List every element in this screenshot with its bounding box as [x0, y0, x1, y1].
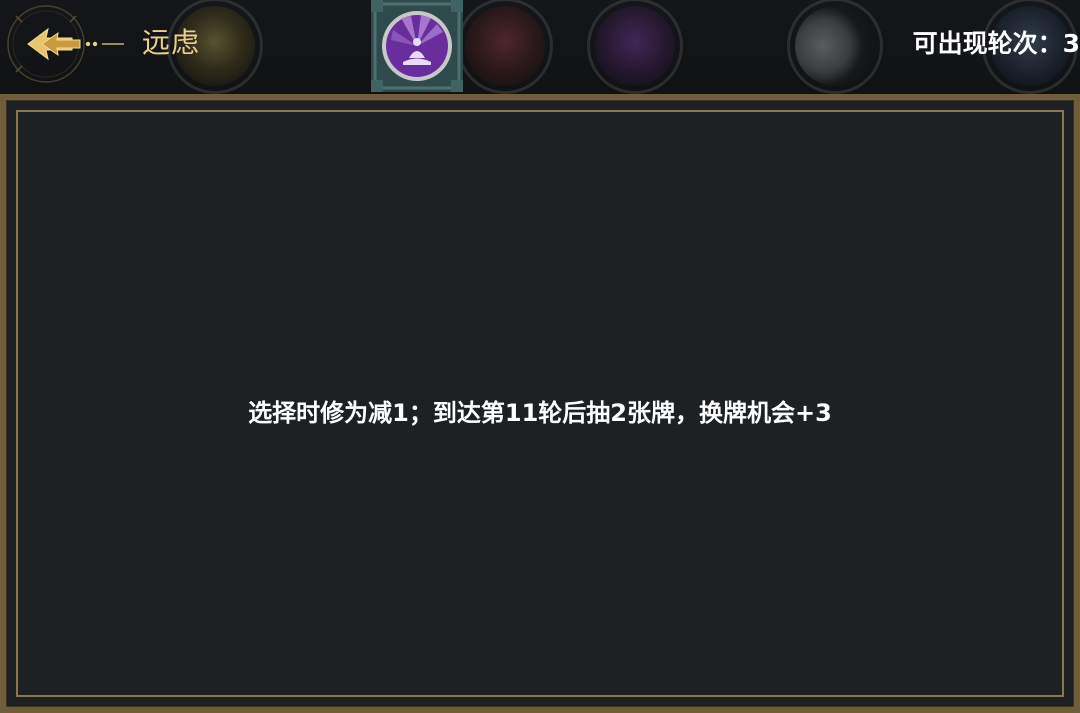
description-panel: 选择时修为减1；到达第11轮后抽2张牌，换牌机会+3 — [0, 94, 1080, 713]
arrow-back-icon — [7, 5, 124, 83]
selected-card[interactable] — [371, 0, 463, 92]
background-card[interactable] — [785, 0, 885, 94]
background-card[interactable] — [585, 0, 685, 94]
page-title: 远虑 — [142, 26, 201, 59]
meditation-icon — [371, 0, 463, 92]
panel-frame: 选择时修为减1；到达第11轮后抽2张牌，换牌机会+3 — [16, 110, 1064, 697]
background-card[interactable] — [455, 0, 555, 94]
card-description: 选择时修为减1；到达第11轮后抽2张牌，换牌机会+3 — [248, 399, 832, 427]
card-strip: 远虑 可出现轮次：3 — [0, 0, 1080, 94]
rounds-label: 可出现轮次：3 — [912, 29, 1080, 58]
back-button[interactable] — [2, 4, 128, 84]
game-screen: 远虑 可出现轮次：3 选择时修为减1；到达第11轮后抽2张牌，换牌机会+3 — [0, 0, 1080, 713]
